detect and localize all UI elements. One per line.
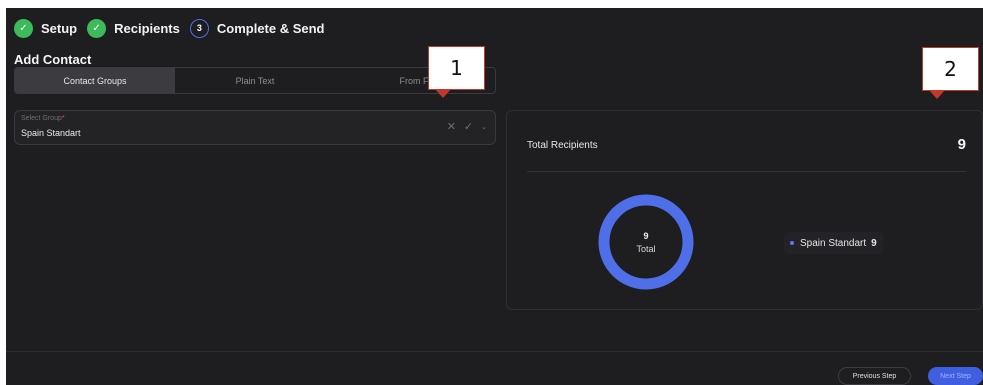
- donut-total-value: 9: [643, 230, 649, 241]
- step-number: 3: [189, 18, 209, 38]
- step-recipients[interactable]: ✓ Recipients: [87, 18, 180, 38]
- tab-plain-text[interactable]: Plain Text: [175, 68, 335, 93]
- tab-contact-groups[interactable]: Contact Groups: [15, 68, 175, 93]
- select-actions: ✕ ✓ ⌄: [447, 120, 487, 133]
- chevron-down-icon[interactable]: ⌄: [481, 123, 487, 131]
- select-group-value: Spain Standart: [21, 128, 81, 138]
- legend-dot-icon: [790, 241, 794, 245]
- annotation-callout-2: 2: [922, 47, 979, 99]
- footer-divider: [6, 351, 983, 352]
- app-window: ✓ Setup ✓ Recipients 3 Complete & Send A…: [6, 8, 983, 385]
- stepper: ✓ Setup ✓ Recipients 3 Complete & Send: [14, 17, 335, 39]
- select-group-field[interactable]: Select Group* Spain Standart ✕ ✓ ⌄: [14, 110, 496, 145]
- check-icon: ✓: [87, 18, 107, 38]
- step-label: Recipients: [114, 20, 180, 36]
- step-complete-send[interactable]: 3 Complete & Send: [189, 18, 325, 38]
- total-recipients-title: Total Recipients: [527, 140, 598, 151]
- check-icon[interactable]: ✓: [464, 120, 473, 133]
- legend-item: Spain Standart 9: [784, 232, 883, 254]
- donut-center: 9 Total: [597, 193, 695, 291]
- step-setup[interactable]: ✓ Setup: [14, 18, 78, 38]
- step-label: Complete & Send: [216, 20, 325, 36]
- donut-total-label: Total: [636, 243, 656, 254]
- legend-value: 9: [871, 237, 877, 249]
- contact-source-tabs: Contact Groups Plain Text From Fi: [14, 67, 496, 94]
- total-recipients-count: 9: [957, 136, 966, 153]
- recipients-summary-card: Total Recipients 9 9 Total Spain Standar…: [506, 110, 983, 310]
- close-icon[interactable]: ✕: [447, 120, 456, 133]
- divider: [527, 171, 966, 172]
- section-title: Add Contact: [14, 52, 92, 67]
- annotation-callout-1: 1: [428, 46, 485, 98]
- check-icon: ✓: [14, 18, 33, 38]
- select-group-label: Select Group*: [21, 115, 65, 122]
- previous-step-button[interactable]: Previous Step: [838, 367, 911, 385]
- next-step-button[interactable]: Next Step: [928, 367, 983, 385]
- step-label: Setup: [41, 20, 78, 36]
- legend-label: Spain Standart: [800, 237, 867, 249]
